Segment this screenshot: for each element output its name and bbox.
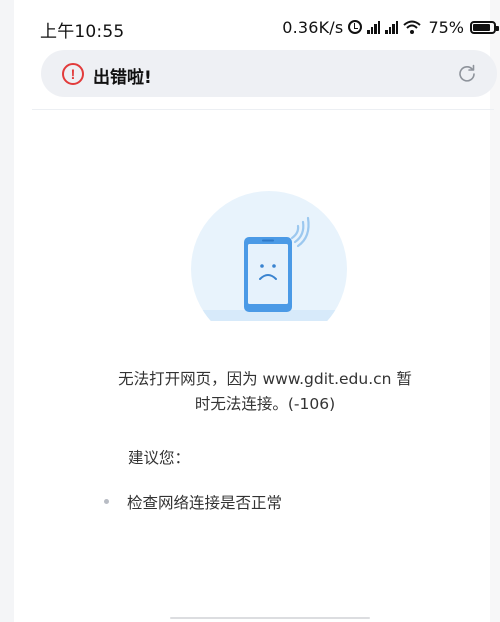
status-time: 上午10:55: [40, 22, 125, 42]
address-bar[interactable]: ! 出错啦!: [41, 50, 497, 97]
battery-percent: 75%: [428, 17, 464, 37]
suggestion-text: 检查网络连接是否正常: [127, 494, 283, 512]
right-edge: [490, 0, 500, 622]
error-message: 无法打开网页，因为 www.gdit.edu.cn 暂 时无法连接。(-106): [110, 367, 420, 417]
status-bar: 上午10:55 0.36K/s 75%: [0, 0, 500, 48]
reload-icon[interactable]: [457, 63, 477, 83]
gesture-bar[interactable]: [170, 617, 370, 619]
page-title: 出错啦!: [93, 68, 152, 88]
divider: [32, 109, 494, 110]
suggestion-label: 建议您：: [128, 449, 191, 467]
wifi-icon: [403, 20, 422, 34]
network-speed: 0.36K/s: [282, 17, 344, 37]
signal-icon: [385, 20, 399, 34]
error-message-line: 时无法连接。(-106): [194, 395, 336, 413]
status-indicators: 0.36K/s 75%: [282, 16, 499, 38]
alarm-icon: [348, 20, 363, 34]
bullet-icon: [104, 499, 109, 504]
suggestion-list: 检查网络连接是否正常: [104, 491, 282, 513]
left-edge: [0, 0, 14, 622]
signal-icon: [367, 20, 381, 34]
sad-phone-icon: [191, 191, 347, 321]
error-icon: !: [62, 63, 84, 85]
error-message-line: 无法打开网页，因为 www.gdit.edu.cn 暂: [118, 370, 412, 388]
battery-icon: [470, 20, 499, 34]
list-item: 检查网络连接是否正常: [104, 491, 282, 513]
